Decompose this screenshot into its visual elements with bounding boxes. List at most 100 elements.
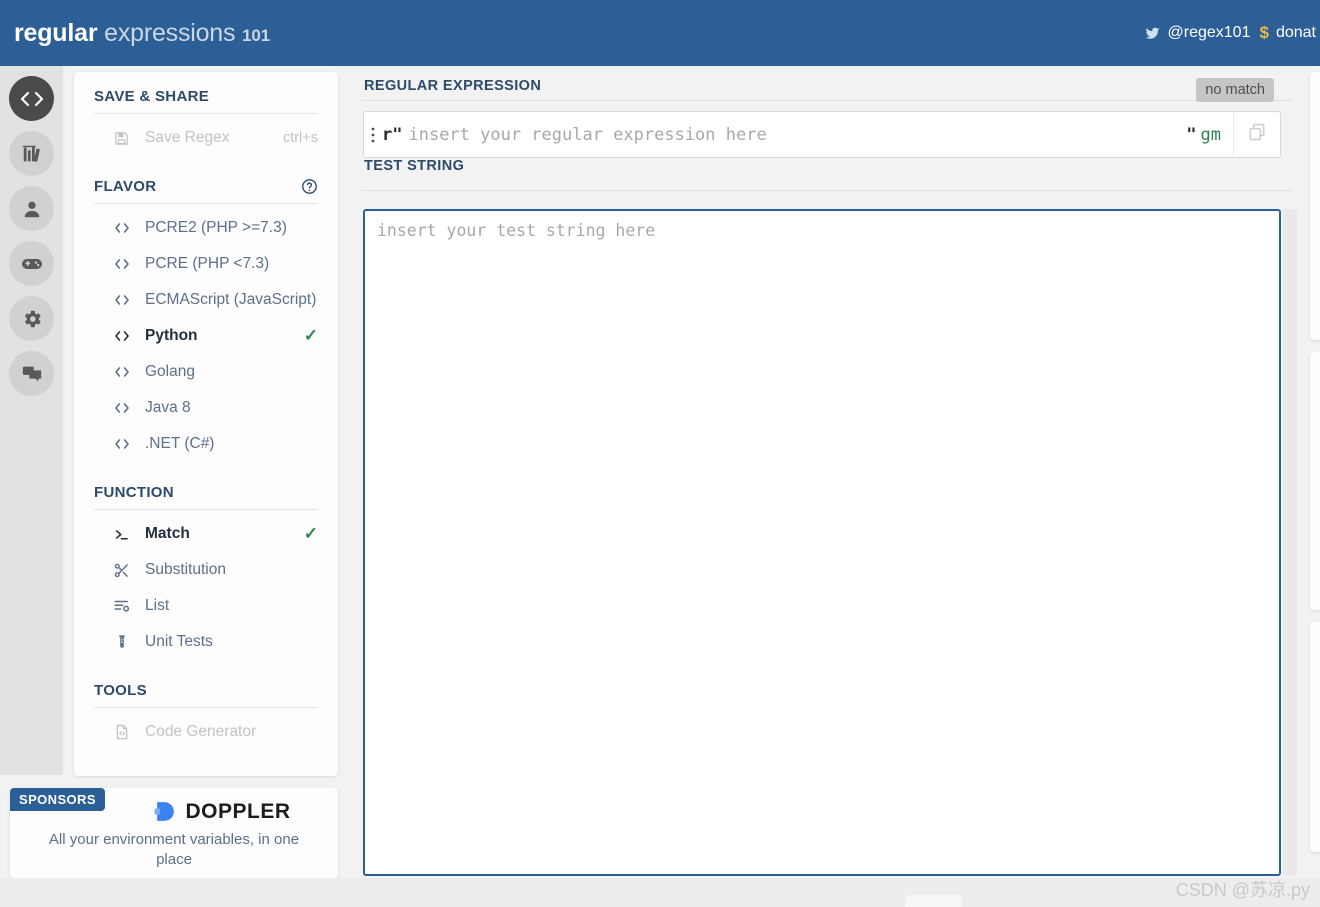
flavor-item-java8[interactable]: Java 8 (94, 390, 318, 426)
account-icon (21, 198, 43, 220)
regex-delimiter-open: r" (382, 124, 403, 145)
divider (362, 190, 1292, 191)
flavor-item-pcre2[interactable]: PCRE2 (PHP >=7.3) (94, 210, 318, 246)
app-header: regular expressions 101 @regex101 $ dona… (0, 0, 1320, 66)
logo-word-regular: regular (14, 18, 98, 47)
flavor-item-golang[interactable]: Golang (94, 354, 318, 390)
donate-label: donat (1275, 24, 1316, 41)
function-label: Substitution (145, 561, 226, 578)
match-status-badge: no match (1196, 78, 1274, 102)
help-icon[interactable] (301, 178, 318, 195)
tools-item-code-generator[interactable]: Code Generator (94, 714, 318, 750)
doppler-logo-icon (153, 799, 178, 824)
function-item-list[interactable]: List (94, 588, 318, 624)
code-bracket-icon (112, 328, 131, 344)
flavor-title: FLAVOR (94, 178, 157, 195)
flavor-item-ecmascript[interactable]: ECMAScript (JavaScript) (94, 282, 318, 318)
drag-handle-icon[interactable] (364, 126, 382, 144)
terminal-icon (112, 526, 131, 543)
save-regex-label: Save Regex (145, 129, 230, 146)
right-panel-match-information: M F (1310, 352, 1320, 610)
flavor-item-dotnet[interactable]: .NET (C#) (94, 426, 318, 462)
divider (94, 203, 318, 204)
divider (94, 707, 318, 708)
sponsors-badge: SPONSORS (10, 788, 105, 811)
bottom-button[interactable] (905, 895, 962, 907)
regex-input-bar[interactable]: r" " gm (363, 111, 1281, 158)
rail-item-quiz[interactable] (9, 241, 54, 286)
flavor-label: Java 8 (145, 399, 191, 416)
tools-title: TOOLS (94, 682, 147, 699)
flavor-label: PCRE2 (PHP >=7.3) (145, 219, 287, 236)
flavor-label: Golang (145, 363, 195, 380)
selected-check-icon: ✓ (303, 524, 318, 543)
flavor-item-python[interactable]: Python ✓ (94, 318, 318, 354)
rail-item-settings[interactable] (9, 296, 54, 341)
twitter-handle: @regex101 (1167, 24, 1251, 41)
function-title: FUNCTION (94, 484, 174, 501)
doppler-name: DOPPLER (185, 799, 291, 823)
watermark: CSDN @苏凉.py (1175, 880, 1310, 900)
header-links: @regex101 $ donat (1144, 23, 1320, 43)
right-panel-explanation: E A t (1310, 72, 1320, 340)
list-settings-icon (112, 597, 131, 615)
copy-button[interactable] (1233, 112, 1280, 157)
floppy-disk-icon (112, 131, 131, 146)
logo-word-expressions: expressions (104, 18, 236, 47)
function-item-unit-tests[interactable]: Unit Tests (94, 624, 318, 660)
flavor-label: ECMAScript (JavaScript) (145, 291, 317, 308)
sponsor-card[interactable]: SPONSORS DOPPLER All your environment va… (10, 788, 338, 878)
regex-delimiter-close: " (1186, 124, 1197, 145)
function-item-substitution[interactable]: Substitution (94, 552, 318, 588)
test-string-scrollbar[interactable] (1283, 209, 1297, 876)
regex101-app: regular expressions 101 @regex101 $ dona… (0, 0, 1320, 907)
code-file-icon (112, 724, 131, 740)
code-bracket-icon (112, 436, 131, 452)
flavor-item-pcre[interactable]: PCRE (PHP <7.3) (94, 246, 318, 282)
test-string-input[interactable] (363, 209, 1281, 876)
test-string-wrapper (363, 209, 1281, 881)
menu-item-save-regex[interactable]: Save Regex ctrl+s (94, 120, 318, 156)
divider (362, 100, 1292, 101)
code-generator-label: Code Generator (145, 723, 257, 740)
library-icon (21, 143, 43, 165)
selected-check-icon: ✓ (303, 326, 318, 345)
right-panel-quick-reference: Q (1310, 622, 1320, 852)
save-share-title: SAVE & SHARE (94, 88, 210, 105)
code-bracket-icon (112, 256, 131, 272)
divider (94, 509, 318, 510)
function-label: List (145, 597, 170, 614)
flavor-label: .NET (C#) (145, 435, 215, 452)
regex-section-label: REGULAR EXPRESSION (364, 78, 542, 94)
test-tube-icon (112, 634, 131, 650)
icon-rail (0, 66, 63, 775)
donate-link[interactable]: $ donat (1259, 23, 1316, 43)
sponsor-description: All your environment variables, in one p… (48, 831, 300, 869)
divider (94, 113, 318, 114)
scissors-icon (112, 562, 131, 579)
twitter-link[interactable]: @regex101 (1144, 24, 1251, 42)
function-label: Match (145, 525, 190, 542)
code-bracket-icon (112, 364, 131, 380)
rail-item-code[interactable] (9, 76, 54, 121)
function-item-match[interactable]: Match ✓ (94, 516, 318, 552)
rail-item-library[interactable] (9, 131, 54, 176)
regex-input[interactable] (402, 124, 1187, 145)
save-regex-shortcut: ctrl+s (282, 130, 318, 146)
section-title-function: FUNCTION (94, 484, 318, 509)
rail-item-feedback[interactable] (9, 351, 54, 396)
section-title-tools: TOOLS (94, 682, 318, 707)
regex-flags[interactable]: gm (1197, 125, 1233, 145)
test-section-label: TEST STRING (364, 158, 465, 174)
dollar-icon: $ (1259, 23, 1269, 42)
bottom-strip (0, 878, 1320, 907)
code-bracket-icon (112, 292, 131, 308)
logo-word-101: 101 (242, 25, 270, 45)
section-title-flavor: FLAVOR (94, 178, 318, 203)
rail-item-account[interactable] (9, 186, 54, 231)
chat-icon (21, 363, 43, 385)
code-icon (20, 87, 44, 111)
site-logo[interactable]: regular expressions 101 (14, 19, 270, 48)
copy-icon (1247, 122, 1267, 147)
flavor-label: Python (145, 327, 198, 344)
